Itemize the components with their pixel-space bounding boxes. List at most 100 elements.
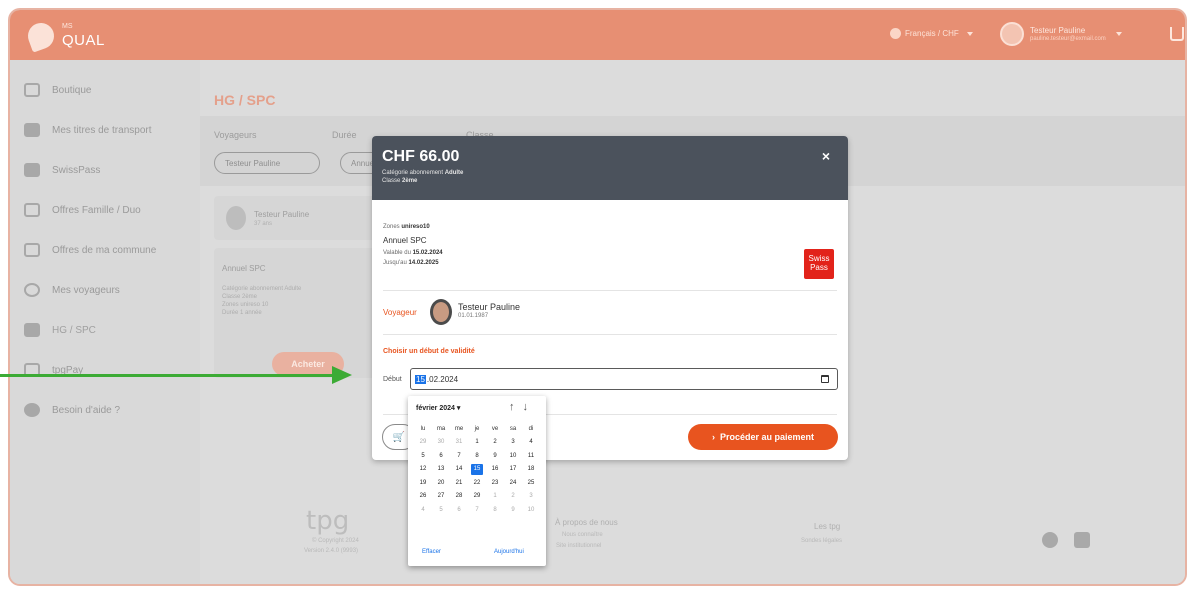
home-icon	[24, 83, 40, 97]
annotation-arrow-head	[332, 366, 352, 384]
ticket-icon	[24, 123, 40, 137]
calendar-day[interactable]: 29	[414, 436, 432, 450]
calendar-day[interactable]: 11	[522, 449, 540, 463]
user-menu[interactable]: Testeur Pauline pauline.testeur@exmail.c…	[1000, 22, 1122, 46]
calendar-day[interactable]: 4	[522, 436, 540, 450]
cart-icon[interactable]	[1170, 27, 1184, 41]
calendar-day[interactable]: 31	[450, 436, 468, 450]
date-day-segment[interactable]: 15	[415, 374, 426, 384]
calendar-day[interactable]: 4	[414, 503, 432, 517]
calendar-day[interactable]: 28	[450, 490, 468, 504]
calendar-day[interactable]: 7	[450, 449, 468, 463]
calendar-day[interactable]: 6	[432, 449, 450, 463]
month-selector[interactable]: février 2024 ▾	[416, 404, 460, 412]
month-nav: ↑↓	[509, 401, 536, 413]
language-selector[interactable]: Français / CHF	[890, 28, 973, 39]
sidebar-item-commune[interactable]: Offres de ma commune	[24, 240, 156, 260]
calendar-day[interactable]: 10	[522, 503, 540, 517]
zones-label: Zones	[383, 224, 400, 230]
duree-label: Durée	[332, 130, 357, 140]
copyright: © Copyright 2024	[312, 538, 359, 544]
calendar-day[interactable]: 2	[486, 436, 504, 450]
voyageur-birthdate: 01.01.1987	[458, 313, 489, 319]
calendar-day[interactable]: 7	[468, 503, 486, 517]
product-name: Annuel SPC	[383, 236, 427, 245]
calendar-day[interactable]: 19	[414, 476, 432, 490]
user-email: pauline.testeur@exmail.com	[1030, 36, 1106, 42]
calendar-day[interactable]: 1	[486, 490, 504, 504]
sidebar-item-tpgpay[interactable]: tpgPay	[24, 360, 83, 380]
calendar-day[interactable]: 13	[432, 463, 450, 477]
calendar-day[interactable]: 24	[504, 476, 522, 490]
arrow-down-icon[interactable]: ↓	[523, 401, 537, 413]
chevron-right-icon: ›	[711, 432, 715, 442]
shield-icon	[24, 243, 40, 257]
calendar-icon[interactable]	[821, 375, 829, 383]
footer-link[interactable]: Nous connaître	[562, 532, 603, 538]
clear-button[interactable]: Effacer	[422, 549, 441, 555]
calendar-day[interactable]: 2	[504, 490, 522, 504]
calendar-day[interactable]: 8	[468, 449, 486, 463]
profile-age: 37 ans	[254, 221, 273, 227]
calendar-day[interactable]: 5	[414, 449, 432, 463]
twitter-icon[interactable]	[1074, 532, 1090, 548]
valid-until-line: Jusqu'au 14.02.2025	[383, 260, 439, 266]
sidebar-item-label: Boutique	[52, 84, 92, 96]
calendar-day[interactable]: 22	[468, 476, 486, 490]
calendar-day[interactable]: 17	[504, 463, 522, 477]
start-date-input[interactable]: 15.02.2024	[410, 368, 838, 390]
calendar-day[interactable]: 26	[414, 490, 432, 504]
calendar-day-selected[interactable]: 15	[468, 463, 486, 477]
calendar-day[interactable]: 25	[522, 476, 540, 490]
calendar-day[interactable]: 30	[432, 436, 450, 450]
sidebar-item-famille[interactable]: Offres Famille / Duo	[24, 200, 141, 220]
close-icon[interactable]: ×	[822, 148, 830, 164]
swisspass-logo: Swiss Pass	[804, 249, 834, 279]
calendar-day[interactable]: 29	[468, 490, 486, 504]
calendar-day[interactable]: 20	[432, 476, 450, 490]
caret-down-icon: ▾	[456, 405, 461, 412]
sidebar-item-titres[interactable]: Mes titres de transport	[24, 120, 151, 140]
calendar-day[interactable]: 3	[522, 490, 540, 504]
divider	[383, 290, 837, 291]
calendar-week: 4 5 6 7 8 9 10	[414, 503, 540, 517]
traveler-filter-pill[interactable]: Testeur Pauline	[214, 152, 320, 174]
sidebar-item-boutique[interactable]: Boutique	[24, 80, 91, 100]
page-title: HG / SPC	[214, 92, 276, 108]
today-button[interactable]: Aujourd'hui	[494, 549, 524, 555]
date-rest: .02.2024	[426, 374, 459, 384]
calendar-day[interactable]: 3	[504, 436, 522, 450]
calendar-day[interactable]: 9	[504, 503, 522, 517]
facebook-icon[interactable]	[1042, 532, 1058, 548]
calendar-day[interactable]: 27	[432, 490, 450, 504]
calendar-day[interactable]: 1	[468, 436, 486, 450]
pay-label: Procéder au paiement	[719, 432, 815, 442]
calendar-day[interactable]: 16	[486, 463, 504, 477]
calendar-day[interactable]: 21	[450, 476, 468, 490]
valid-until-label: Jusqu'au	[383, 260, 407, 266]
calendar-day[interactable]: 12	[414, 463, 432, 477]
sidebar-item-swisspass[interactable]: SwissPass	[24, 160, 100, 180]
validity-heading: Choisir un début de validité	[383, 348, 475, 355]
pay-button[interactable]: › Procéder au paiement	[688, 424, 838, 450]
footer-link[interactable]: Sondes légales	[801, 538, 842, 544]
footer-link[interactable]: Site institutionnel	[556, 543, 601, 549]
modal-header: CHF 66.00 Catégorie abonnement Adulte Cl…	[372, 136, 848, 200]
sidebar-item-hg-spc[interactable]: HG / SPC	[24, 320, 96, 340]
calendar-day[interactable]: 8	[486, 503, 504, 517]
sidebar-item-voyageurs[interactable]: Mes voyageurs	[24, 280, 120, 300]
calendar-day[interactable]: 6	[450, 503, 468, 517]
arrow-up-icon[interactable]: ↑	[509, 401, 523, 413]
calendar-day[interactable]: 23	[486, 476, 504, 490]
calendar-day[interactable]: 18	[522, 463, 540, 477]
sidebar-item-aide[interactable]: Besoin d'aide ?	[24, 400, 120, 420]
profile-card[interactable]: Testeur Pauline 37 ans	[214, 196, 384, 240]
calendar-day[interactable]: 5	[432, 503, 450, 517]
app-logo[interactable]: MS QUAL	[24, 19, 104, 53]
calendar-day[interactable]: 9	[486, 449, 504, 463]
chevron-down-icon	[966, 31, 973, 36]
calendar-day[interactable]: 14	[450, 463, 468, 477]
subscription-title: Annuel SPC	[222, 264, 266, 273]
calendar-day[interactable]: 10	[504, 449, 522, 463]
weekday-header: lu	[420, 425, 426, 432]
